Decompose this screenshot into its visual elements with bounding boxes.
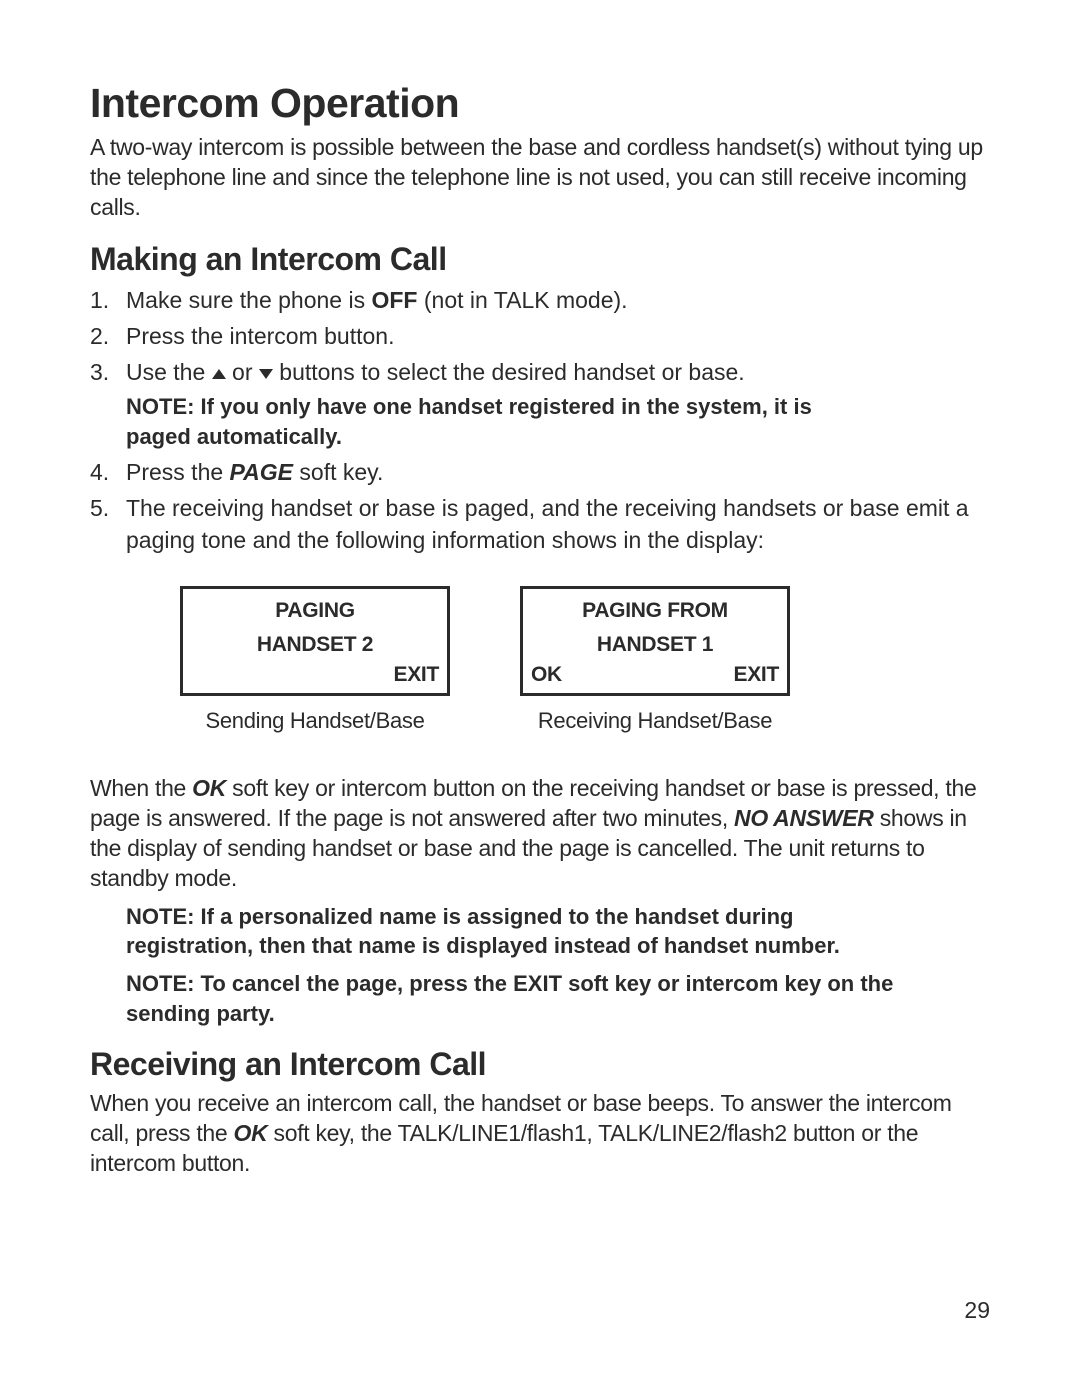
note-personalized-name: NOTE: If a personalized name is assigned…: [90, 902, 990, 961]
step-body: Make sure the phone is OFF (not in TALK …: [126, 284, 990, 316]
step-body: Use the or buttons to select the desired…: [126, 356, 990, 388]
page-title: Intercom Operation: [90, 80, 990, 127]
step-3: 3. Use the or buttons to select the desi…: [90, 356, 990, 388]
step-5: 5. The receiving handset or base is page…: [90, 492, 990, 556]
note-cancel-page: NOTE: To cancel the page, press the EXIT…: [90, 969, 990, 1028]
lcd-receiving: PAGING FROM HANDSET 1 OK EXIT: [520, 586, 790, 696]
lcd-line-2: HANDSET 1: [523, 633, 787, 657]
section-making-call: Making an Intercom Call: [90, 241, 990, 278]
lcd-line-2: HANDSET 2: [183, 633, 447, 657]
lcd-illustrations: PAGING HANDSET 2 EXIT Sending Handset/Ba…: [180, 586, 990, 734]
manual-page: Intercom Operation A two-way intercom is…: [0, 0, 1080, 1374]
up-arrow-icon: [212, 369, 226, 379]
lcd-line-1: PAGING FROM: [523, 599, 787, 623]
steps-list: 1. Make sure the phone is OFF (not in TA…: [90, 284, 990, 389]
step-number: 2.: [90, 320, 126, 352]
lcd-sending-col: PAGING HANDSET 2 EXIT Sending Handset/Ba…: [180, 586, 450, 734]
answer-paragraph: When the OK soft key or intercom button …: [90, 774, 990, 894]
step-body: Press the intercom button.: [126, 320, 990, 352]
step-body: The receiving handset or base is paged, …: [126, 492, 990, 556]
down-arrow-icon: [259, 369, 273, 379]
step-number: 1.: [90, 284, 126, 316]
step-1: 1. Make sure the phone is OFF (not in TA…: [90, 284, 990, 316]
receiving-paragraph: When you receive an intercom call, the h…: [90, 1089, 990, 1179]
lcd-sending: PAGING HANDSET 2 EXIT: [180, 586, 450, 696]
lcd-softkey-exit: EXIT: [734, 663, 779, 687]
note-auto-page: NOTE: If you only have one handset regis…: [90, 392, 990, 451]
section-receiving-call: Receiving an Intercom Call: [90, 1046, 990, 1083]
step-2: 2. Press the intercom button.: [90, 320, 990, 352]
step-number: 5.: [90, 492, 126, 556]
step-number: 4.: [90, 456, 126, 488]
lcd-softkey-ok: OK: [531, 663, 562, 687]
lcd-caption-receiving: Receiving Handset/Base: [538, 708, 772, 734]
step-number: 3.: [90, 356, 126, 388]
step-body: Press the PAGE soft key.: [126, 456, 990, 488]
lcd-line-1: PAGING: [183, 599, 447, 623]
lcd-caption-sending: Sending Handset/Base: [205, 708, 424, 734]
steps-list-cont: 4. Press the PAGE soft key. 5. The recei…: [90, 456, 990, 557]
page-number: 29: [964, 1297, 990, 1324]
intro-paragraph: A two-way intercom is possible between t…: [90, 133, 990, 223]
step-4: 4. Press the PAGE soft key.: [90, 456, 990, 488]
lcd-receiving-col: PAGING FROM HANDSET 1 OK EXIT Receiving …: [520, 586, 790, 734]
lcd-softkey-exit: EXIT: [394, 663, 439, 687]
